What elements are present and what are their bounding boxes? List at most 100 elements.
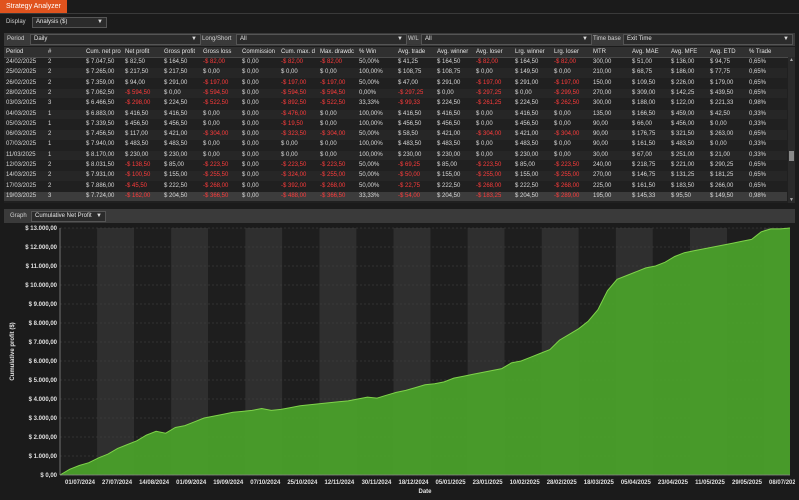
table-row[interactable]: 25/02/2025 2 $ 7.265,00 $ 217,50 $ 217,50 $ 0…	[4, 68, 787, 78]
longshort-select[interactable]: All ▼	[236, 34, 407, 45]
table-cell: -$ 197,00	[320, 79, 346, 86]
column-header[interactable]: Gross profit	[164, 47, 202, 57]
table-cell: $ 142,25	[671, 89, 695, 96]
table-cell: -$ 476,00	[281, 110, 307, 117]
column-header[interactable]: Cum. max. d	[281, 47, 319, 57]
table-row[interactable]: 07/03/2025 1 $ 7.940,00 $ 483,50 $ 483,50 $ 0…	[4, 140, 787, 150]
column-header[interactable]: Net profit	[125, 47, 163, 57]
column-header[interactable]: Avg. trade	[398, 47, 436, 57]
table-row[interactable]: 14/03/2025 2 $ 7.931,00 -$ 100,50 $ 155,00 -$…	[4, 171, 787, 181]
table-row[interactable]: 11/03/2025 1 $ 8.170,00 $ 230,00 $ 230,00 $ 0…	[4, 150, 787, 161]
table-cell: 1	[48, 141, 52, 148]
table-row[interactable]: 03/03/2025 3 $ 6.466,50 -$ 298,00 $ 224,50 -$…	[4, 99, 787, 109]
x-tick-label: 01/07/2024	[65, 480, 96, 486]
table-cell: 19/03/2025	[6, 192, 37, 199]
table-row[interactable]: 17/03/2025 2 $ 7.886,00 -$ 45,50 $ 222,50 -$ …	[4, 182, 787, 192]
x-tick-label: 18/03/2025	[584, 480, 615, 486]
y-tick-label: $ 8.000,00	[29, 321, 58, 327]
table-cell: $ 226,00	[671, 79, 695, 86]
period-select[interactable]: Daily ▼	[30, 34, 201, 45]
table-cell: 50,00%	[359, 162, 380, 168]
table-cell: 17/03/2025	[6, 182, 37, 189]
table-cell: 03/03/2025	[6, 100, 37, 107]
table-cell: -$ 594,50	[281, 89, 307, 96]
table-row[interactable]: 19/03/2025 3 $ 7.724,00 -$ 162,00 $ 204,50 -$…	[4, 191, 787, 202]
table-cell: $ 164,50	[515, 59, 539, 65]
table-cell: $ 0,00	[515, 89, 532, 96]
table-cell: -$ 366,50	[320, 192, 346, 199]
column-header[interactable]: Max. drawdc	[320, 47, 358, 57]
table-cell: $ 266,00	[710, 182, 734, 189]
column-header[interactable]: Avg. loser	[476, 47, 514, 57]
table-cell: 210,00	[593, 69, 612, 76]
column-header[interactable]: Lrg. winner	[515, 47, 553, 57]
table-cell: $ 0,00	[320, 110, 337, 117]
scroll-up-icon[interactable]: ▲	[788, 57, 795, 63]
table-row[interactable]: 24/02/2025 2 $ 7.047,50 $ 82,50 $ 164,50 -$ 8…	[4, 58, 787, 68]
table-cell: $ 122,00	[671, 100, 695, 107]
y-tick-label: $ 12.000,00	[25, 245, 57, 251]
y-tick-label: $ 11.000,00	[26, 264, 58, 270]
table-cell: $ 222,50	[515, 182, 539, 189]
column-header[interactable]: Avg. MAE	[632, 47, 670, 57]
column-header[interactable]: Avg. winner	[437, 47, 475, 57]
column-header[interactable]: Lrg. loser	[554, 47, 592, 57]
table-cell: 28/02/2025	[6, 89, 37, 96]
title-bar: Strategy Analyzer	[0, 0, 799, 14]
table-row[interactable]: 26/02/2025 2 $ 7.359,00 $ 94,00 $ 291,00 -$ 1…	[4, 79, 787, 89]
table-row[interactable]: 12/03/2025 2 $ 8.031,50 -$ 138,50 $ 85,00 -$ …	[4, 161, 787, 171]
table-cell: $ 0,00	[554, 110, 571, 117]
table-cell: -$ 82,00	[320, 59, 343, 65]
table-cell: $ 291,00	[437, 79, 461, 86]
table-cell: $ 7.339,50	[86, 120, 115, 127]
table-cell: -$ 255,00	[476, 172, 502, 179]
column-header[interactable]: Gross loss	[203, 47, 241, 57]
wl-select[interactable]: All ▼	[421, 34, 592, 45]
y-tick-label: $ 10.000,00	[25, 283, 57, 289]
x-tick-label: 27/07/2024	[102, 480, 133, 486]
grid-scrollbar[interactable]: ▲ ▼	[788, 57, 795, 203]
column-header[interactable]: Cum. net pro	[86, 47, 124, 57]
table-cell: -$ 297,25	[476, 89, 502, 96]
table-cell: $ 51,00	[632, 59, 653, 65]
table-cell: $ 0,00	[476, 151, 493, 158]
table-cell: 0,33%	[749, 141, 767, 148]
table-cell: $ 21,00	[710, 151, 731, 158]
table-cell: $ 217,50	[164, 69, 188, 76]
table-row[interactable]: 28/02/2025 2 $ 7.062,50 -$ 594,50 $ 0,00 -$ 5…	[4, 88, 787, 99]
column-header[interactable]: MTR	[593, 47, 631, 57]
table-row[interactable]: 04/03/2025 1 $ 6.883,00 $ 416,50 $ 416,50 $ 0…	[4, 109, 787, 119]
scroll-down-icon[interactable]: ▼	[788, 197, 795, 203]
scroll-thumb[interactable]	[789, 151, 794, 161]
graph-bar: Graph Cumulative Net Profit ▼	[4, 209, 795, 223]
table-row[interactable]: 06/03/2025 2 $ 7.456,50 $ 117,00 $ 421,00 -$ …	[4, 130, 787, 140]
column-header[interactable]: Avg. ETD	[710, 47, 748, 57]
table-cell: 30,00	[593, 151, 609, 158]
display-select[interactable]: Analysis ($) ▼	[32, 17, 107, 28]
column-header[interactable]: #	[48, 47, 84, 57]
column-header[interactable]: Avg. MFE	[671, 47, 709, 57]
table-cell: $ 0,00	[242, 110, 259, 117]
table-cell: 0,65%	[749, 162, 767, 168]
timebase-select[interactable]: Exit Time ▼	[623, 34, 793, 45]
table-cell: -$ 488,00	[281, 192, 307, 199]
chevron-down-icon: ▼	[582, 36, 588, 42]
table-cell: 1	[48, 120, 52, 127]
table-cell: -$ 261,25	[476, 100, 502, 107]
table-cell: $ 456,50	[398, 120, 422, 127]
column-header[interactable]: % Trade	[749, 47, 785, 57]
table-cell: -$ 594,50	[320, 89, 346, 96]
table-cell: $ 149,50	[515, 69, 539, 76]
column-header[interactable]: % Win	[359, 47, 397, 57]
table-cell: $ 164,50	[164, 59, 188, 65]
table-cell: -$ 323,50	[281, 131, 307, 138]
column-header[interactable]: Period	[6, 47, 46, 57]
graph-select[interactable]: Cumulative Net Profit ▼	[31, 211, 106, 222]
tab-strategy-analyzer[interactable]: Strategy Analyzer	[0, 0, 67, 13]
table-row[interactable]: 05/03/2025 1 $ 7.339,50 $ 456,50 $ 456,50 $ 0…	[4, 120, 787, 130]
table-cell: $ 6.883,00	[86, 110, 115, 117]
table-cell: $ 6.466,50	[86, 100, 115, 107]
column-header[interactable]: Commission	[242, 47, 280, 57]
table-cell: $ 0,00	[476, 69, 493, 76]
chevron-down-icon: ▼	[97, 19, 103, 25]
